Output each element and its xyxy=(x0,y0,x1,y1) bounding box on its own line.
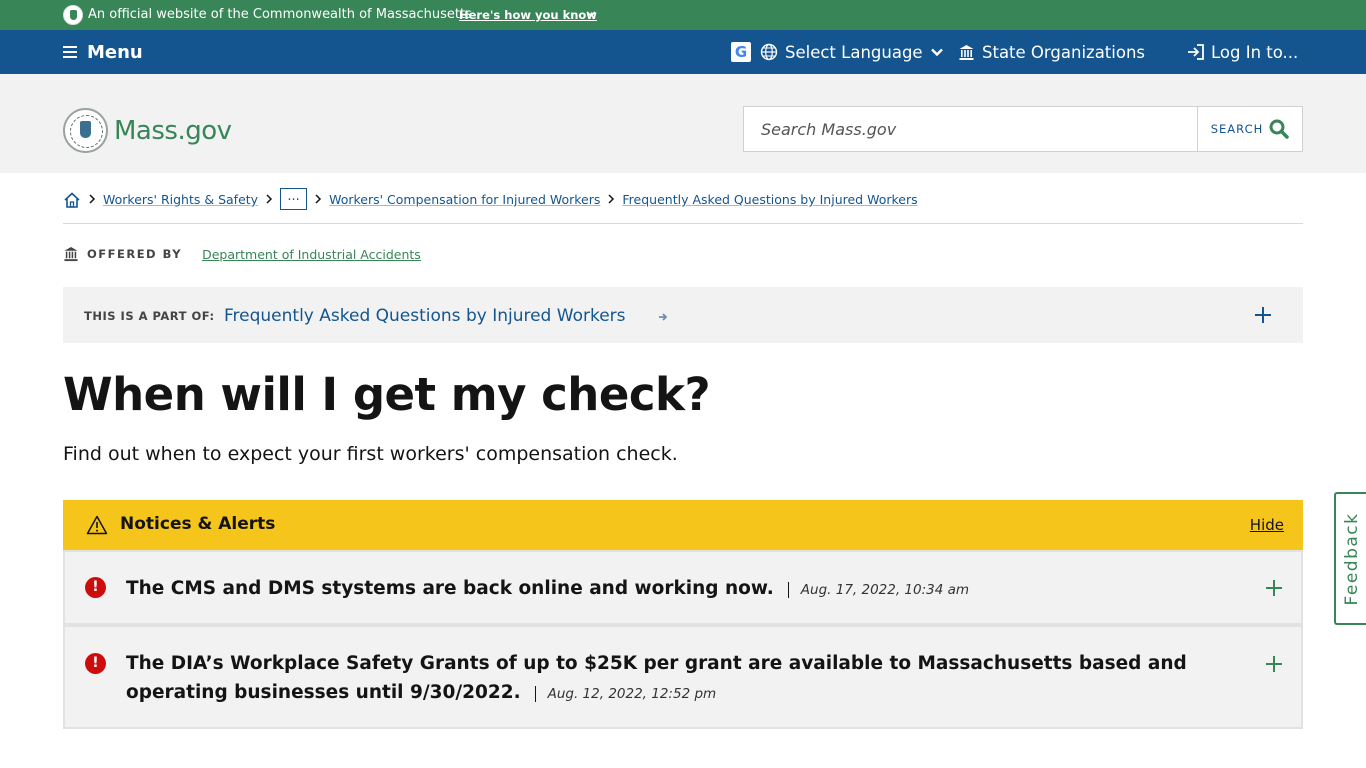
search-button-label: SEARCH xyxy=(1210,122,1264,136)
menu-label: Menu xyxy=(87,41,143,63)
menu-button[interactable]: Menu xyxy=(63,30,143,74)
breadcrumb-link[interactable]: Workers' Compensation for Injured Worker… xyxy=(329,190,600,210)
chevron-right-icon xyxy=(85,190,99,208)
alert-text: The CMS and DMS stystems are back online… xyxy=(126,574,1236,605)
login-label: Log In to... xyxy=(1211,42,1299,62)
official-banner-text: An official website of the Commonwealth … xyxy=(88,7,472,22)
part-of-label: THIS IS A PART OF: xyxy=(84,309,215,323)
chevron-right-icon xyxy=(604,190,618,208)
breadcrumb-link[interactable]: Frequently Asked Questions by Injured Wo… xyxy=(622,190,917,210)
offered-by-label: OFFERED BY xyxy=(87,247,183,261)
feedback-label: Feedback xyxy=(1342,512,1362,605)
alerts-header: Notices & Alerts Hide xyxy=(63,500,1303,550)
arrow-right-icon xyxy=(659,313,668,321)
hide-alerts-button[interactable]: Hide xyxy=(1250,516,1284,534)
breadcrumb-expand-button[interactable]: ... xyxy=(280,188,308,210)
page-title: When will I get my check? xyxy=(63,368,711,421)
warning-icon xyxy=(86,515,108,535)
offered-by-org-link[interactable]: Department of Industrial Accidents xyxy=(202,247,421,262)
chevron-right-icon xyxy=(262,190,276,208)
search-form: SEARCH xyxy=(743,106,1303,152)
how-you-know-link[interactable]: Here's how you know xyxy=(459,8,597,22)
official-banner: An official website of the Commonwealth … xyxy=(0,0,1366,30)
globe-icon xyxy=(760,43,778,61)
feedback-tab[interactable]: Feedback xyxy=(1334,492,1366,625)
utility-nav: Menu G Select Language State Organizatio… xyxy=(0,30,1366,74)
google-translate-icon[interactable]: G xyxy=(731,42,751,62)
alert-date: Aug. 12, 2022, 12:52 pm xyxy=(534,686,717,702)
breadcrumb: Workers' Rights & Safety ... Workers' Co… xyxy=(63,188,1303,224)
select-language-button[interactable]: Select Language xyxy=(760,30,944,74)
page-lede: Find out when to expect your first worke… xyxy=(63,443,678,465)
hamburger-icon xyxy=(63,46,77,58)
search-input[interactable] xyxy=(744,107,1197,151)
part-of-link[interactable]: Frequently Asked Questions by Injured Wo… xyxy=(224,306,626,326)
alert-item[interactable]: ! The CMS and DMS stystems are back onli… xyxy=(63,550,1303,625)
expand-plus-icon[interactable] xyxy=(1253,305,1273,325)
expand-plus-icon[interactable] xyxy=(1265,579,1283,597)
alert-message: The CMS and DMS stystems are back online… xyxy=(126,578,774,599)
breadcrumb-link[interactable]: Workers' Rights & Safety xyxy=(103,190,258,210)
login-icon xyxy=(1188,44,1204,60)
building-icon xyxy=(64,246,78,262)
home-icon[interactable] xyxy=(63,191,81,209)
chevron-right-icon xyxy=(311,190,325,208)
alerts-title: Notices & Alerts xyxy=(120,514,276,534)
chevron-down-icon[interactable] xyxy=(585,8,597,20)
seal-icon xyxy=(63,5,83,25)
expand-plus-icon[interactable] xyxy=(1265,655,1283,673)
alert-text: The DIA’s Workplace Safety Grants of up … xyxy=(126,649,1236,709)
commonwealth-seal-icon xyxy=(63,108,108,153)
mass-gov-logo[interactable]: Mass.gov xyxy=(63,108,232,153)
chevron-down-icon xyxy=(930,48,943,57)
login-button[interactable]: Log In to... xyxy=(1186,30,1298,74)
select-language-label: Select Language xyxy=(785,42,923,62)
logo-text: Mass.gov xyxy=(114,115,232,146)
offered-by: OFFERED BY Department of Industrial Acci… xyxy=(63,246,421,262)
state-organizations-button[interactable]: State Organizations xyxy=(958,30,1145,74)
alert-exclamation-icon: ! xyxy=(85,577,106,598)
alert-date: Aug. 17, 2022, 10:34 am xyxy=(787,582,970,598)
building-icon xyxy=(959,44,974,60)
part-of-bar: THIS IS A PART OF: Frequently Asked Ques… xyxy=(63,287,1303,343)
search-icon xyxy=(1269,119,1290,139)
alert-exclamation-icon: ! xyxy=(85,653,106,674)
state-organizations-label: State Organizations xyxy=(982,42,1146,62)
alert-item[interactable]: ! The DIA’s Workplace Safety Grants of u… xyxy=(63,625,1303,729)
site-header: Mass.gov SEARCH xyxy=(0,74,1366,173)
search-button[interactable]: SEARCH xyxy=(1197,107,1302,151)
